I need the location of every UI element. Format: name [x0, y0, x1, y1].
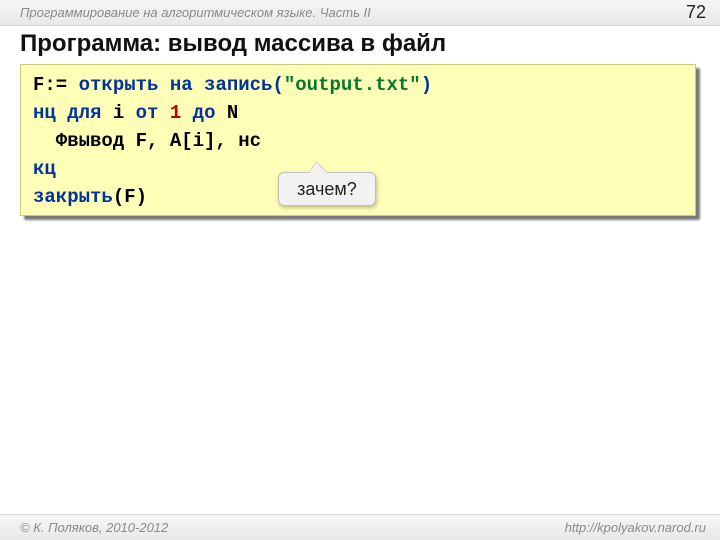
callout-bubble: зачем?	[278, 172, 376, 206]
code-assign: :=	[44, 74, 67, 96]
topbar: Программирование на алгоритмическом язык…	[0, 0, 720, 26]
slide: Программирование на алгоритмическом язык…	[0, 0, 720, 540]
code-num-one: 1	[158, 102, 192, 124]
code-N: N	[215, 102, 238, 124]
code-lparen: (	[272, 74, 283, 96]
code-kw-ot: от	[136, 102, 159, 124]
page-title: Программа: вывод массива в файл	[20, 30, 446, 58]
page-number: 72	[686, 2, 706, 23]
code-body: Фвывод F, A[i], нс	[33, 130, 261, 152]
code-kw-open: открыть на запись	[79, 74, 273, 96]
code-rparen: )	[421, 74, 432, 96]
code-kw-do: до	[193, 102, 216, 124]
code-string: "output.txt"	[284, 74, 421, 96]
copyright: © К. Поляков, 2010-2012	[20, 520, 168, 535]
code-close-args: (F)	[113, 186, 147, 208]
code-iter: i	[101, 102, 135, 124]
code-close: закрыть	[33, 186, 113, 208]
code-kc: кц	[33, 158, 56, 180]
series-title: Программирование на алгоритмическом язык…	[20, 5, 371, 20]
callout-text: зачем?	[297, 179, 357, 200]
footer-url: http://kpolyakov.narod.ru	[565, 520, 706, 535]
code-kw-nc: нц для	[33, 102, 101, 124]
code-var: F	[33, 74, 44, 96]
footer: © К. Поляков, 2010-2012 http://kpolyakov…	[0, 514, 720, 540]
